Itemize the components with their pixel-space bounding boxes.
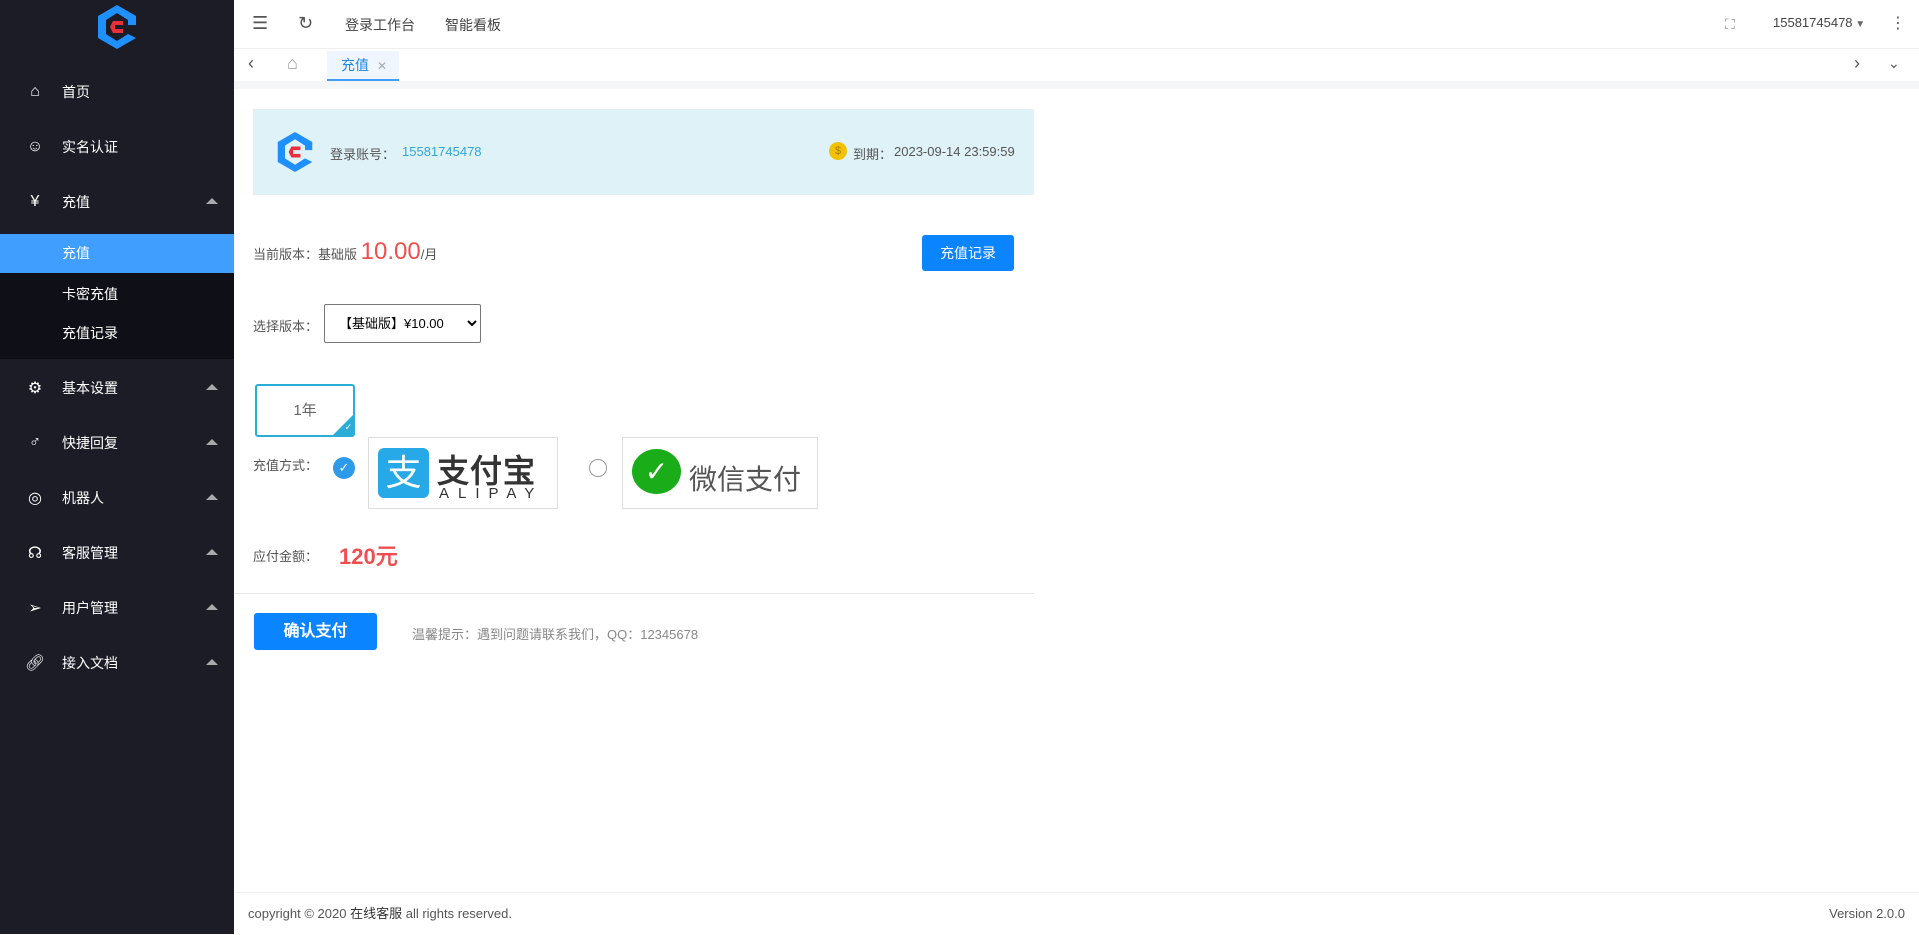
rights-text: all rights reserved. [402,906,512,921]
version-name: 基础版 [318,247,358,262]
check-icon: ✓ [344,422,352,432]
submenu-item-card-recharge[interactable]: 卡密充值 [0,275,234,314]
caret-down-icon: ▼ [1852,19,1866,30]
recharge-records-button[interactable]: 充值记录 [922,235,1014,271]
wechat-pay-option[interactable]: ✓ 微信支付 [622,437,818,509]
current-version: 当前版本：基础版 10.00/月 [253,238,437,266]
close-icon[interactable]: ✕ [377,59,387,73]
wechat-pay-name: 微信支付 [689,464,802,495]
version-price: 10.00 [360,238,421,265]
alipay-radio-checked[interactable]: ✓ [333,457,355,479]
sidebar-item-quick-reply[interactable]: ♂ 快捷回复 [0,415,234,470]
caret-up-icon [206,384,218,390]
account-label: 登录账号： [330,147,396,162]
robot-icon: ◎ [28,489,42,507]
duration-option-1-year[interactable]: 1年 ✓ [255,384,355,437]
footer: copyright © 2020 在线客服 all rights reserve… [234,892,1919,934]
headset-icon: ☊ [27,544,43,562]
submenu-item-recharge-records[interactable]: 充值记录 [0,314,234,353]
collapse-menu-icon[interactable]: ☰ [252,13,268,34]
caret-up-icon [206,659,218,665]
divider [234,593,1034,594]
amount-value: 120元 [339,544,398,569]
account-value: 15581745478 [402,144,482,159]
sidebar-item-robot[interactable]: ◎ 机器人 [0,470,234,525]
amount-label: 应付金额： [253,549,319,564]
sidebar-item-docs[interactable]: 🔗︎ 接入文档 [0,635,234,690]
account-logo [277,132,313,172]
caret-up-icon [206,549,218,555]
brand-link[interactable]: 在线客服 [350,906,402,921]
version-unit: /月 [420,247,438,262]
duration-label: 1年 [293,402,317,419]
user-icon: ☺ [26,137,44,155]
caret-up-icon [206,604,218,610]
submenu-item-recharge[interactable]: 充值 [0,234,234,273]
user-menu[interactable]: 15581745478 ▼ [1773,15,1865,30]
alipay-option[interactable]: 支 支付宝 ALIPAY [368,437,558,509]
version-text: Version 2.0.0 [1829,906,1905,921]
sidebar-item-agent-management[interactable]: ☊ 客服管理 [0,525,234,580]
refresh-icon[interactable]: ↻ [298,13,313,34]
expiry-label: 到期： [853,147,893,162]
version-label: 当前版本： [253,247,319,262]
caret-up-icon [206,494,218,500]
link-icon: 🔗︎ [24,654,46,672]
payment-method-label: 充值方式： [253,458,319,473]
username: 15581745478 [1773,15,1853,30]
tab-recharge[interactable]: 充值 ✕ [327,51,399,81]
home-icon: ⌂ [30,82,40,100]
confirm-payment-button[interactable]: 确认支付 [254,613,377,650]
sidebar: ⌂ 首页 ☺ 实名认证 ¥ 充值 充值 卡密充值 充值记录 ⚙ 基本设置 ♂ 快捷回复 ◎… [0,0,234,934]
sidebar-item-verification[interactable]: ☺ 实名认证 [0,119,234,174]
tab-bar [234,49,1919,81]
tab-label: 充值 [341,57,369,73]
tip-text: 温馨提示：遇到问题请联系我们，QQ：12345678 [412,627,699,642]
send-icon: ➢ [28,599,42,617]
wechat-radio[interactable] [589,459,607,477]
copyright: copyright © 2020 在线客服 all rights reserve… [248,893,512,935]
fullscreen-icon[interactable]: ⛶ [1725,16,1735,33]
copyright-text: copyright © 2020 [248,906,351,921]
sidebar-item-user-management[interactable]: ➢ 用户管理 [0,580,234,635]
alipay-logo-icon: 支 [378,448,429,498]
expiry-value: 2023-09-14 23:59:59 [894,144,1015,159]
coin-icon: $ [829,142,847,160]
more-icon[interactable]: ⋮ [1890,13,1906,33]
sidebar-item-basic-settings[interactable]: ⚙ 基本设置 [0,360,234,415]
recharge-submenu: 充值 卡密充值 充值记录 [0,234,234,359]
divider [234,81,1919,89]
alipay-name-en: ALIPAY [439,485,544,502]
male-icon: ♂ [29,433,41,451]
tabs-scroll-right-icon[interactable]: › [1854,53,1860,74]
sidebar-item-home[interactable]: ⌂ 首页 [0,64,234,119]
select-version-label: 选择版本： [253,319,319,334]
link-login-workbench[interactable]: 登录工作台 [345,15,415,35]
caret-up-icon [206,439,218,445]
home-tab-icon[interactable]: ⌂ [287,53,298,74]
app-logo [98,5,136,49]
yen-icon: ¥ [30,192,40,210]
sidebar-item-recharge[interactable]: ¥ 充值 [0,174,234,229]
version-select[interactable]: 【基础版】¥10.00 [324,304,481,343]
account-banner: 登录账号： 15581745478 $ 到期： 2023-09-14 23:59… [253,109,1034,195]
tabs-dropdown-icon[interactable]: ⌄ [1888,55,1900,72]
tabs-scroll-left-icon[interactable]: ‹ [248,53,254,74]
gear-icon: ⚙ [27,379,43,397]
wechat-pay-logo-icon: ✓ [632,449,681,494]
caret-up-icon [206,198,218,204]
link-dashboard[interactable]: 智能看板 [445,15,501,35]
